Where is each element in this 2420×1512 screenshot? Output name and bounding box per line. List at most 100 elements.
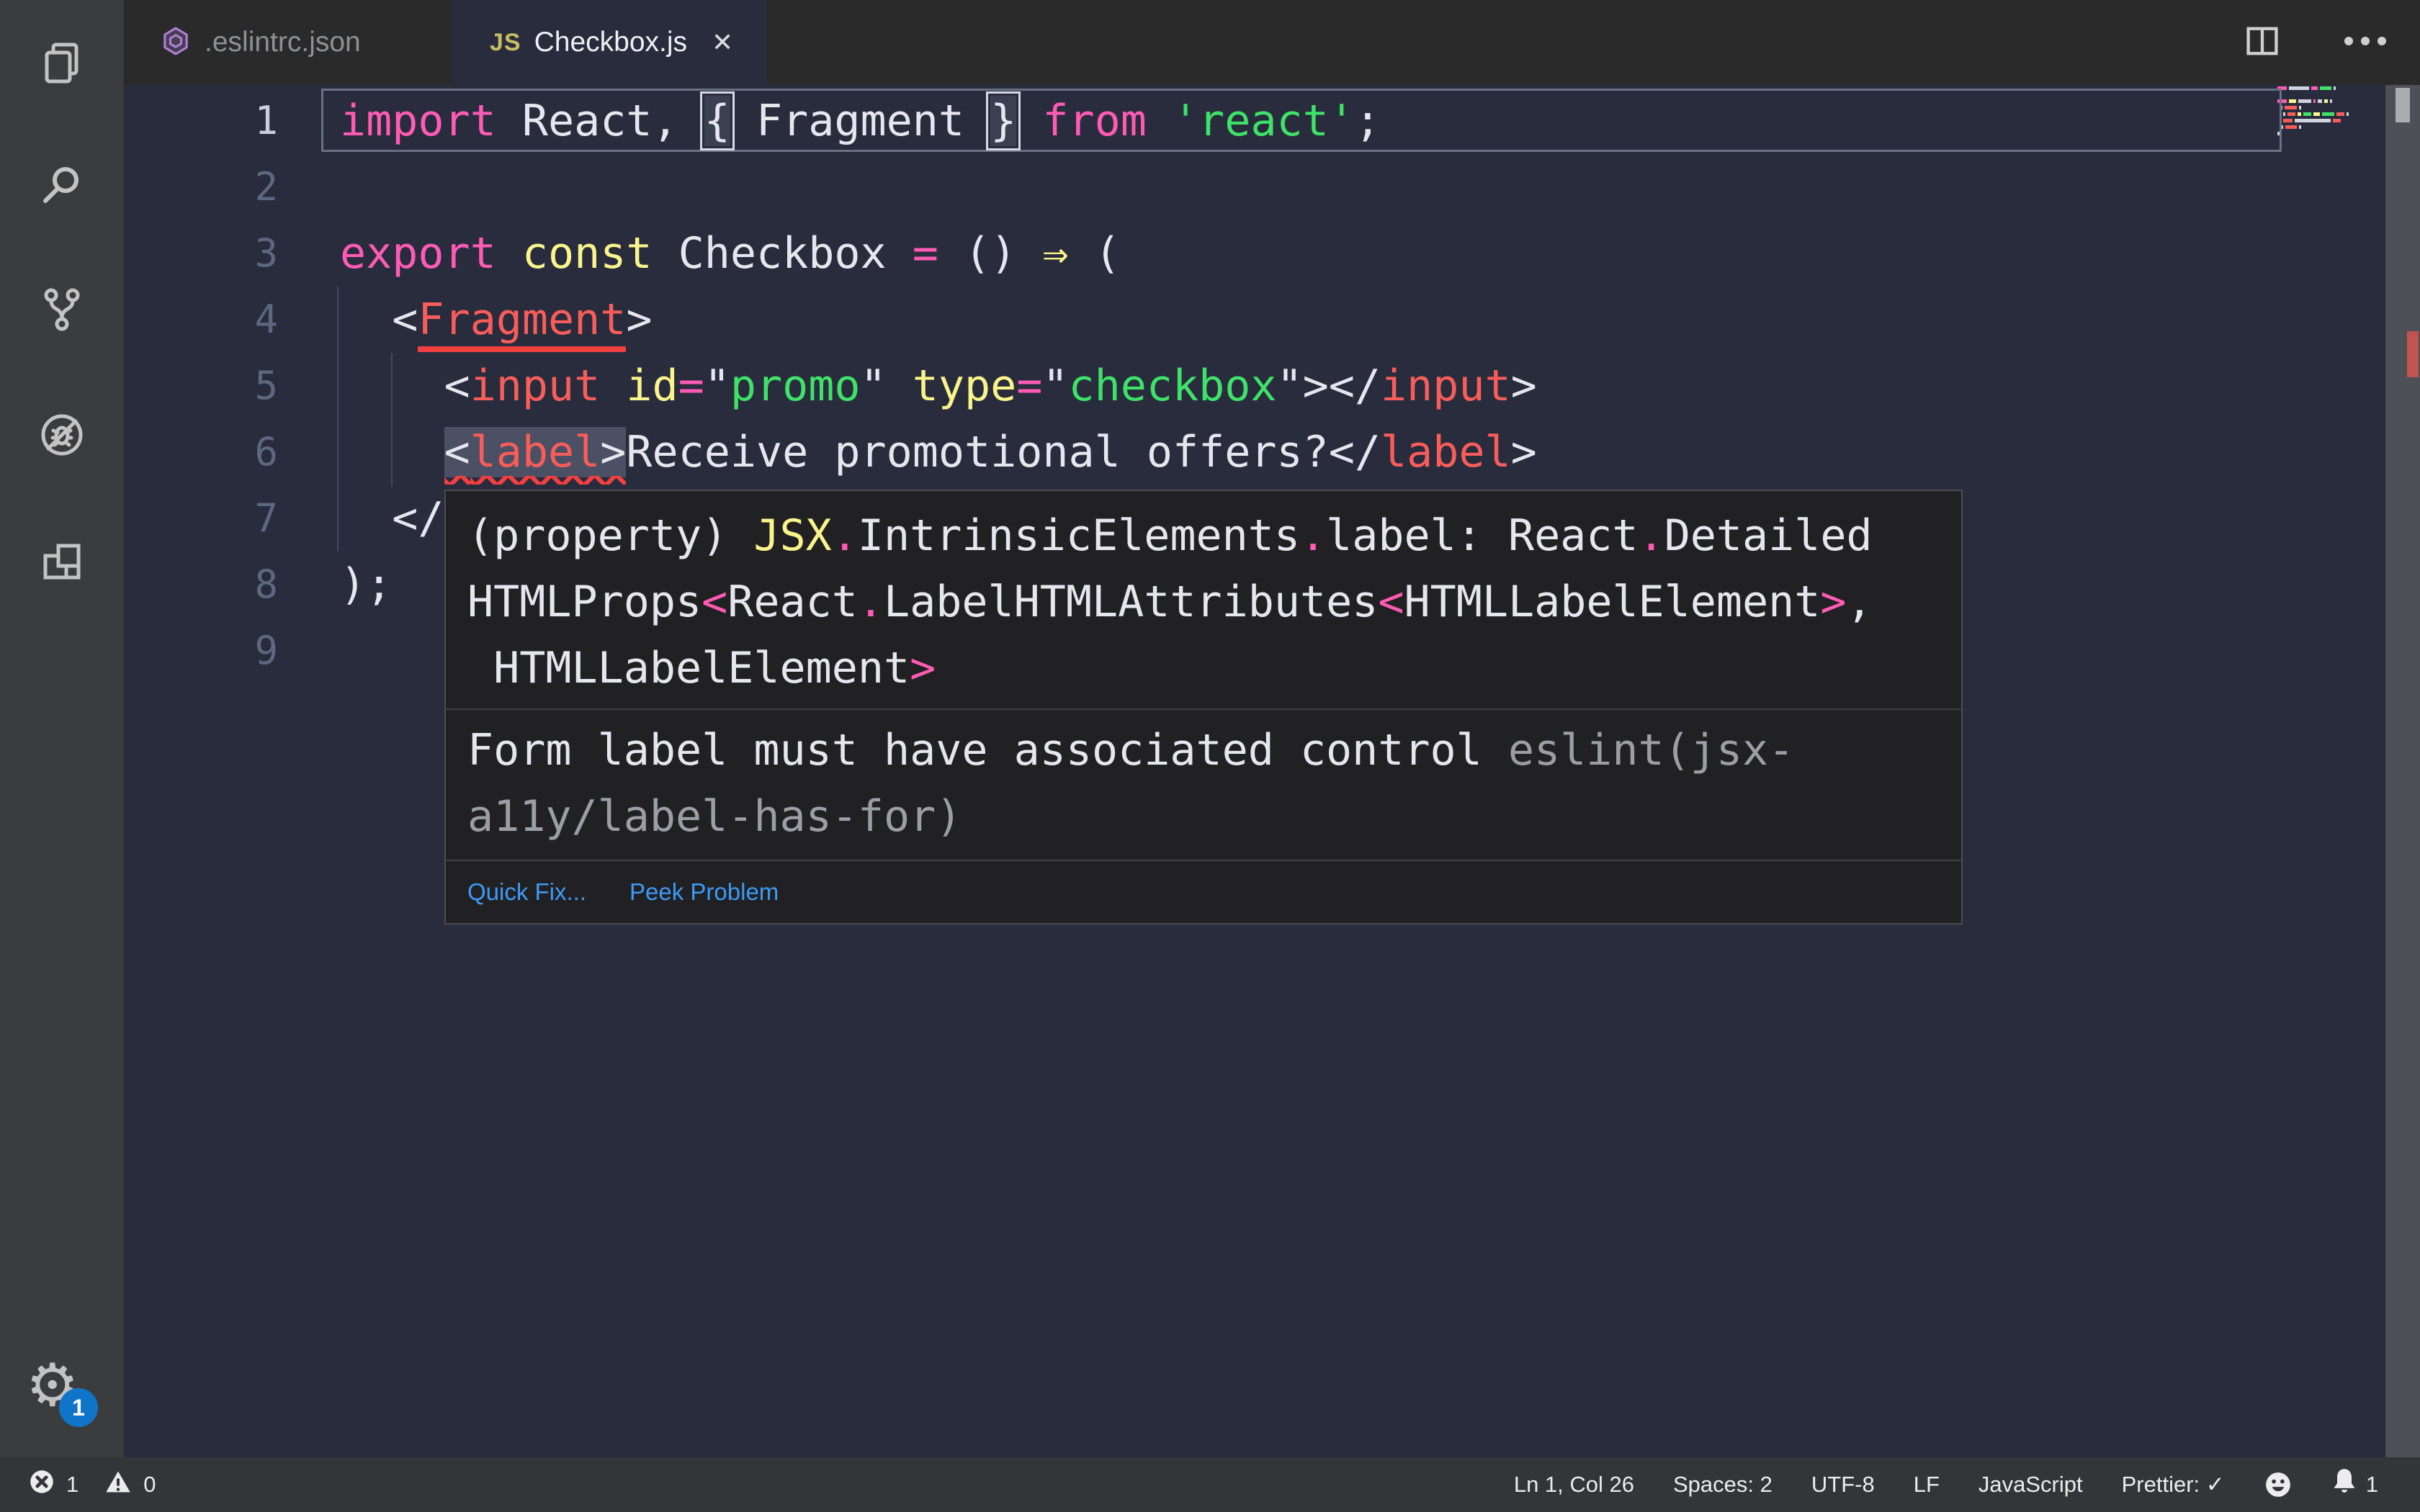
debug-icon[interactable] (39, 412, 85, 458)
code-token: checkbox (1068, 361, 1277, 411)
tab-checkbox-js[interactable]: JS Checkbox.js ✕ (452, 0, 767, 85)
search-icon[interactable] (39, 162, 85, 208)
eslint-icon (160, 25, 192, 60)
code-token: . (831, 510, 858, 561)
more-actions-icon[interactable] (2344, 36, 2387, 50)
tooltip-line: HTMLLabelElement> (467, 635, 1940, 701)
code-line[interactable]: 1 import React, { Fragment } from 'react'… (124, 88, 2420, 154)
code-token: = (1016, 361, 1043, 411)
status-indentation[interactable]: Spaces: 2 (1673, 1472, 1773, 1498)
code-token: eslint(jsx- (1507, 725, 1795, 775)
code-token: = (678, 361, 704, 411)
status-language-mode[interactable]: JavaScript (1978, 1472, 2083, 1498)
code-token: Detailed (1664, 510, 1873, 561)
quick-fix-link[interactable]: Quick Fix... (467, 878, 586, 906)
code-token: ); (340, 559, 393, 610)
split-editor-icon[interactable] (2246, 26, 2279, 60)
activity-bar: ⚙ 1 (0, 0, 124, 1457)
extensions-icon[interactable] (39, 539, 85, 585)
tab-label: .eslintrc.json (205, 27, 361, 58)
line-number: 5 (254, 363, 278, 408)
settings-gear-button[interactable]: ⚙ 1 (26, 1356, 98, 1436)
warning-icon (104, 1469, 132, 1500)
source-control-icon[interactable] (39, 286, 85, 332)
code-line[interactable]: 4 <Fragment> (124, 287, 2420, 353)
editor-pane[interactable]: 1 import React, { Fragment } from 'react'… (124, 85, 2420, 1457)
notifications-bell[interactable]: 1 (2331, 1467, 2378, 1502)
code-token: " (704, 361, 730, 411)
code-token: > (600, 427, 627, 477)
code-token: > (626, 294, 653, 345)
code-token: label (470, 427, 601, 477)
hover-tooltip: (property) JSX.IntrinsicElements.label: … (444, 490, 1963, 924)
code-token: " (1276, 361, 1303, 411)
code-line[interactable]: 3 export const Checkbox = () ⇒ ( (124, 220, 2420, 287)
notification-count: 1 (2365, 1472, 2378, 1497)
code-token: } (986, 91, 1021, 150)
line-number: 1 (254, 98, 278, 143)
code-token: " (860, 361, 913, 411)
code-token: " (1042, 361, 1069, 411)
code-token: < (702, 577, 728, 627)
line-number: 9 (254, 628, 278, 673)
code-token: < (340, 294, 418, 345)
peek-problem-link[interactable]: Peek Problem (629, 878, 779, 906)
line-number: 4 (254, 297, 278, 342)
code-token: promo (730, 361, 861, 411)
code-token: </ (340, 493, 444, 544)
code-text: </ (340, 493, 444, 544)
status-problems[interactable]: 1 0 (29, 1457, 156, 1512)
close-tab-icon[interactable]: ✕ (712, 27, 733, 58)
code-token: { (699, 91, 735, 150)
code-text: <Fragment> (340, 294, 653, 352)
code-token: label: React (1326, 510, 1639, 561)
feedback-smiley-icon[interactable] (2264, 1470, 2293, 1499)
status-encoding[interactable]: UTF-8 (1811, 1472, 1875, 1498)
vscode-window: ⚙ 1 .eslintrc.json JS Checkbox.js ✕ 1 im… (0, 0, 2420, 1512)
code-token: type (912, 361, 1017, 411)
code-token: . (1638, 510, 1664, 561)
line-number: 6 (254, 429, 278, 474)
tab-label: Checkbox.js (534, 27, 688, 58)
line-number: 8 (254, 562, 278, 607)
code-line[interactable]: 2 (124, 154, 2420, 220)
code-token: export (340, 228, 496, 279)
status-prettier[interactable]: Prettier: ✓ (2122, 1472, 2225, 1498)
code-token: . (1299, 510, 1327, 561)
code-token: HTMLLabelElement (1404, 577, 1821, 627)
code-token: > (1510, 427, 1537, 477)
code-token: , (1846, 577, 1873, 627)
warning-count: 0 (143, 1472, 156, 1497)
tab-bar: .eslintrc.json JS Checkbox.js ✕ (124, 0, 2420, 85)
explorer-icon[interactable] (39, 40, 85, 86)
line-number: 7 (254, 495, 278, 541)
code-line[interactable]: 5 <input id="promo" type="checkbox"></in… (124, 353, 2420, 419)
code-token: JSX (753, 510, 832, 561)
line-number: 3 (254, 230, 278, 276)
error-count: 1 (66, 1472, 79, 1497)
status-cursor-position[interactable]: Ln 1, Col 26 (1514, 1472, 1634, 1498)
code-token: LabelHTMLAttributes (883, 577, 1379, 627)
code-token: (property) (467, 510, 754, 561)
code-token: () (938, 228, 1043, 279)
code-token: ( (1068, 228, 1121, 279)
code-token: < (340, 361, 470, 411)
code-token: a11y/label-has-for) (467, 791, 962, 842)
code-token: input (470, 361, 601, 411)
tab-eslintrc-json[interactable]: .eslintrc.json (124, 0, 452, 85)
code-token: = (912, 228, 938, 279)
status-eol[interactable]: LF (1914, 1472, 1940, 1498)
code-token: Form label must have associated control (467, 725, 1508, 775)
code-token: > (910, 643, 936, 693)
code-line[interactable]: 6 <label>Receive promotional offers?</la… (124, 419, 2420, 485)
code-text: import React, { Fragment } from 'react'; (340, 91, 1381, 150)
tooltip-line: (property) JSX.IntrinsicElements.label: … (467, 503, 1940, 569)
tooltip-type-signature: (property) JSX.IntrinsicElements.label: … (446, 491, 1961, 708)
code-token: ; (1354, 96, 1381, 146)
js-icon: JS (490, 28, 521, 56)
